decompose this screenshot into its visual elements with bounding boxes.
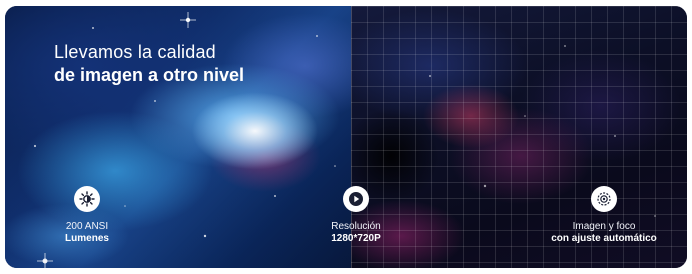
feature-autofocus-detail: con ajuste automático (551, 233, 657, 244)
headline-line-1: Llevamos la calidad (54, 42, 216, 62)
feature-resolution-value: 1280*720P (331, 233, 381, 244)
feature-autofocus-label: Imagen y foco (572, 221, 636, 232)
brightness-icon (74, 186, 100, 212)
headline-line-2: de imagen a otro nivel (54, 65, 245, 85)
projector-banner: Llevamos la calidad de imagen a otro niv… (5, 6, 687, 268)
feature-resolution: Resolución 1280*720P (271, 186, 441, 245)
feature-brightness-label: Lumenes (65, 233, 109, 244)
feature-brightness: 200 ANSI Lumenes (5, 186, 172, 245)
auto-focus-icon (591, 186, 617, 212)
feature-autofocus: Imagen y foco con ajuste automático (519, 186, 687, 245)
headline: Llevamos la calidad de imagen a otro niv… (54, 41, 344, 87)
play-icon (343, 186, 369, 212)
feature-brightness-value: 200 ANSI (65, 221, 109, 232)
feature-resolution-label: Resolución (331, 221, 381, 232)
